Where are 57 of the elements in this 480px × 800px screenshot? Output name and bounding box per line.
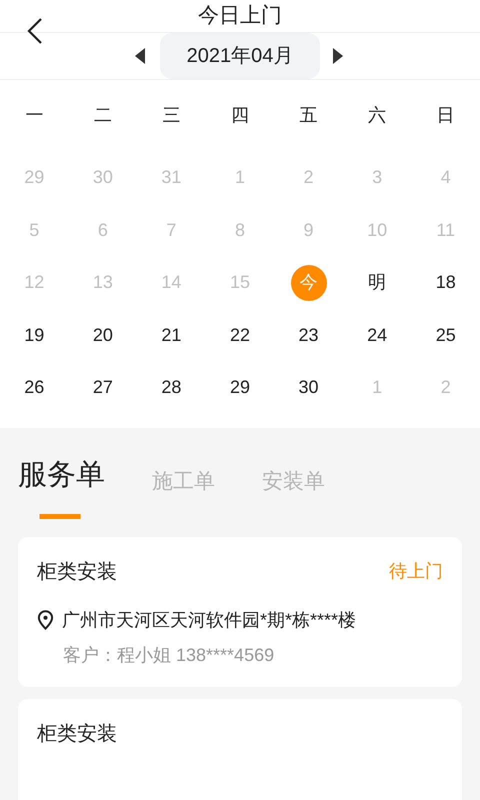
calendar-day[interactable]: 9	[290, 212, 327, 248]
previous-month-icon[interactable]	[134, 46, 148, 64]
calendar-day[interactable]: 1	[359, 370, 396, 406]
calendar-day[interactable]: 明	[359, 264, 396, 301]
order-title: 柜类安装	[37, 722, 117, 746]
calendar-day[interactable]: 3	[359, 160, 396, 196]
weekday-label: 三	[162, 104, 180, 127]
calendar-day[interactable]: 6	[84, 212, 121, 248]
calendar-day[interactable]: 12	[16, 264, 52, 301]
calendar-day[interactable]: 20	[84, 317, 121, 354]
calendar-day[interactable]: 25	[428, 317, 464, 354]
calendar-day[interactable]: 1	[222, 160, 258, 196]
calendar-day[interactable]: 23	[290, 317, 327, 354]
calendar-day[interactable]: 今	[290, 264, 327, 301]
order-status: 待上门	[389, 560, 443, 583]
calendar-day[interactable]: 2	[290, 160, 327, 196]
calendar-day[interactable]: 24	[359, 317, 396, 354]
order-tab[interactable]: 服务单	[18, 454, 105, 518]
location-pin-icon	[37, 610, 54, 630]
order-card[interactable]: 柜类安装	[18, 698, 462, 800]
calendar-day[interactable]: 30	[290, 370, 327, 406]
order-tab[interactable]: 安装单	[262, 466, 325, 518]
order-address: 广州市天河区天河软件园*期*栋****楼	[62, 608, 356, 632]
weekday-label: 四	[230, 104, 249, 127]
calendar-day[interactable]: 22	[222, 317, 258, 354]
calendar-day[interactable]: 11	[428, 212, 464, 248]
weekday-label: 五	[300, 104, 318, 127]
calendar-day[interactable]: 26	[16, 370, 52, 406]
back-icon	[27, 17, 43, 45]
page-title: 今日上门	[198, 3, 282, 29]
weekday-label: 日	[436, 104, 455, 127]
calendar-day[interactable]: 7	[153, 212, 190, 248]
calendar-day[interactable]: 29	[222, 370, 258, 406]
calendar-day[interactable]: 30	[84, 160, 121, 196]
customer-info: 客户：程小姐 138****4569	[63, 644, 276, 666]
weekday-label: 一	[25, 104, 44, 127]
weekday-label: 六	[368, 104, 386, 127]
weekday-label: 二	[94, 104, 112, 127]
calendar-day[interactable]: 27	[84, 370, 121, 406]
calendar-day[interactable]: 2	[428, 370, 464, 406]
calendar-day[interactable]: 29	[16, 160, 52, 196]
calendar-day[interactable]: 13	[84, 264, 121, 301]
calendar-day[interactable]: 10	[359, 212, 396, 248]
calendar-day[interactable]: 4	[428, 160, 464, 196]
month-picker[interactable]: 2021年04月	[160, 32, 320, 78]
calendar-day[interactable]: 28	[153, 370, 190, 406]
calendar-day[interactable]: 21	[153, 317, 190, 354]
calendar-day[interactable]: 19	[16, 317, 52, 354]
order-tab[interactable]: 施工单	[152, 466, 215, 518]
calendar-day[interactable]: 31	[153, 160, 190, 196]
calendar-day[interactable]: 18	[428, 264, 464, 301]
calendar-day[interactable]: 5	[16, 212, 52, 248]
order-title: 柜类安装	[37, 560, 117, 584]
calendar-day[interactable]: 15	[222, 264, 258, 301]
order-card[interactable]: 柜类安装 待上门 广州市天河区天河软件园*期*栋****楼 客户：程小姐 138****4569	[18, 536, 462, 686]
calendar-day[interactable]: 14	[153, 264, 190, 301]
calendar-day[interactable]: 8	[222, 212, 258, 248]
